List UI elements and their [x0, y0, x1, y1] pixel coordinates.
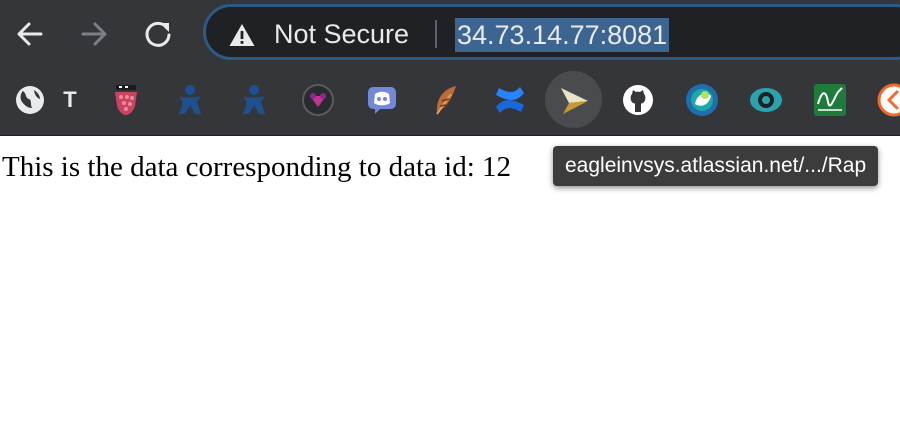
- circle-app-icon: [685, 83, 719, 117]
- url-text[interactable]: 34.73.14.77:8081: [455, 18, 670, 52]
- bookmark-github[interactable]: [620, 82, 656, 118]
- address-bar[interactable]: Not Secure 34.73.14.77:8081: [203, 4, 900, 60]
- globe-icon: [15, 85, 45, 115]
- reload-icon: [143, 19, 173, 49]
- chart-icon: [814, 84, 846, 116]
- github-icon: [622, 84, 654, 116]
- page-content-text: This is the data corresponding to data i…: [2, 151, 512, 183]
- bookmark-play-arrow[interactable]: [556, 82, 592, 118]
- browser-toolbar: Not Secure 34.73.14.77:8081: [0, 0, 900, 68]
- bookmark-jira-2[interactable]: [236, 82, 272, 118]
- bookmark-discord[interactable]: [364, 82, 400, 118]
- reload-button[interactable]: [136, 12, 180, 56]
- jira-icon: [175, 84, 205, 116]
- bookmark-globe[interactable]: [12, 82, 48, 118]
- bookmark-confluence[interactable]: [492, 82, 528, 118]
- bookmark-tooltip: eagleinvsys.atlassian.net/.../Rap: [553, 146, 879, 186]
- bookmark-circle-app[interactable]: [684, 82, 720, 118]
- bookmark-heart-badge[interactable]: [300, 82, 336, 118]
- bookmark-feather[interactable]: [428, 82, 464, 118]
- back-button[interactable]: [8, 12, 52, 56]
- warning-triangle-icon[interactable]: [228, 22, 256, 53]
- back-arrow-icon: [15, 19, 45, 49]
- bookmark-t[interactable]: T: [52, 82, 88, 118]
- back-circle-icon: [877, 83, 900, 117]
- security-status[interactable]: Not Secure: [274, 19, 409, 49]
- confluence-icon: [494, 85, 526, 115]
- jira-icon: [239, 84, 269, 116]
- bookmark-label: T: [63, 87, 77, 112]
- bookmark-chart[interactable]: [812, 82, 848, 118]
- bookmark-eye[interactable]: [748, 82, 784, 118]
- omnibox-divider: [435, 20, 437, 48]
- bookmark-back-circle[interactable]: [876, 82, 900, 118]
- forward-button[interactable]: [72, 12, 116, 56]
- bookmark-raspberry[interactable]: [108, 82, 144, 118]
- play-arrow-icon: [557, 85, 591, 115]
- heart-badge-icon: [301, 83, 335, 117]
- discord-icon: [367, 85, 397, 115]
- bookmarks-bar: T: [0, 68, 900, 136]
- eye-icon: [749, 86, 783, 114]
- raspberry-icon: [111, 84, 141, 116]
- feather-icon: [431, 84, 461, 116]
- forward-arrow-icon: [79, 19, 109, 49]
- bookmark-jira-1[interactable]: [172, 82, 208, 118]
